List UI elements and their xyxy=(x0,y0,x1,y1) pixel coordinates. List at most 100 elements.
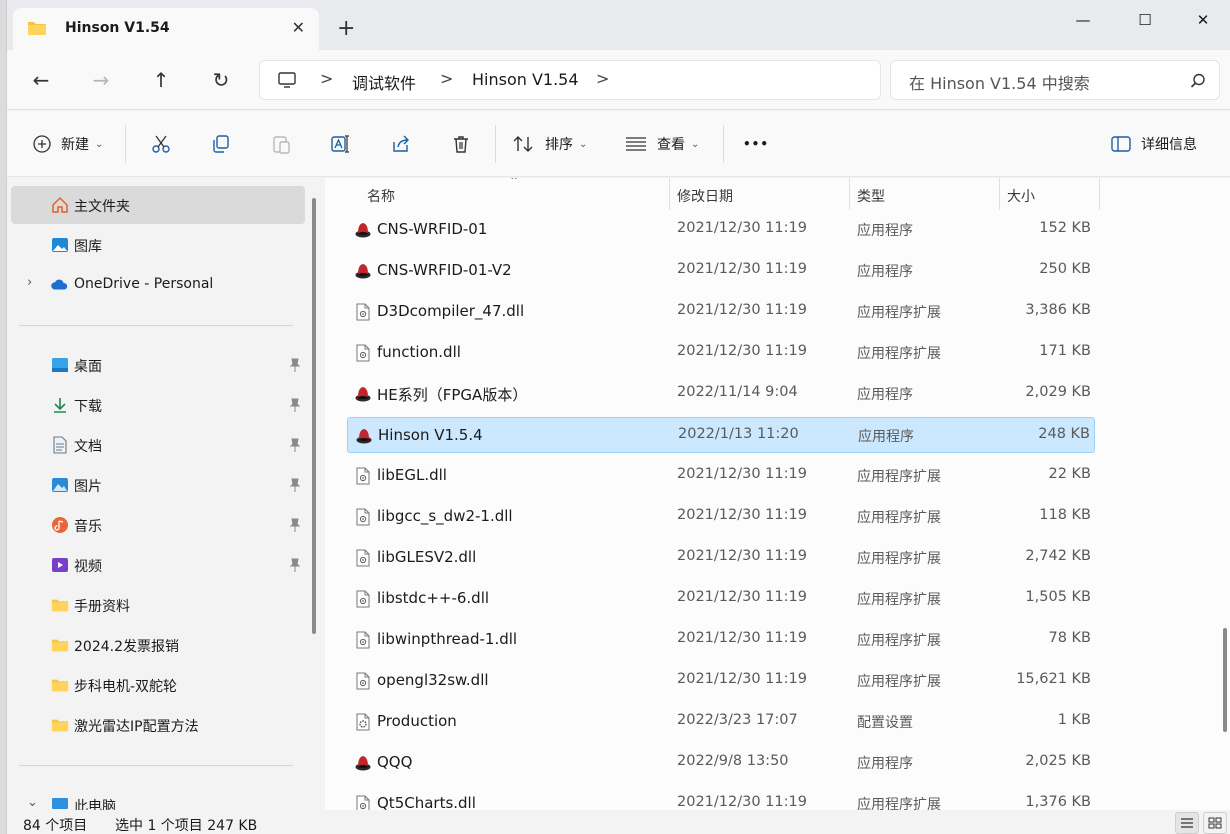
up-button[interactable]: ↑ xyxy=(147,66,175,94)
file-row[interactable]: libstdc++-6.dll 2021/12/30 11:19 应用程序扩展 1,5… xyxy=(347,581,1095,617)
chevron-right-icon[interactable]: › xyxy=(27,275,32,290)
forward-button[interactable]: → xyxy=(87,66,115,94)
folder-icon xyxy=(51,599,69,612)
file-row[interactable]: Hinson V1.5.4 2022/1/13 11:20 应用程序 248 KB xyxy=(347,417,1095,453)
minimize-button[interactable]: — xyxy=(1063,6,1103,34)
sidebar-item-documents[interactable]: 文档 xyxy=(11,426,305,464)
rename-button[interactable] xyxy=(331,133,351,155)
search-icon[interactable] xyxy=(1189,72,1207,90)
cloud-icon xyxy=(51,279,68,290)
sidebar-item-folder[interactable]: 激光雷达IP配置方法 xyxy=(11,706,305,744)
details-view-button[interactable] xyxy=(1175,812,1199,834)
column-header-modified[interactable]: 修改日期 xyxy=(677,186,733,206)
close-button[interactable]: ✕ xyxy=(1183,6,1223,34)
back-button[interactable]: ← xyxy=(27,66,55,94)
column-divider[interactable] xyxy=(849,178,850,210)
cut-button[interactable] xyxy=(151,133,171,155)
dll-icon xyxy=(355,795,371,810)
refresh-button[interactable]: ↻ xyxy=(207,66,235,94)
sidebar-item-folder[interactable]: 手册资料 xyxy=(11,586,305,624)
file-size: 1,376 KB xyxy=(1025,794,1091,810)
app-icon xyxy=(356,427,372,445)
tiles-view-button[interactable] xyxy=(1203,812,1227,834)
address-bar[interactable]: > 调试软件 > Hinson V1.54 > xyxy=(259,60,881,100)
file-row[interactable]: CNS-WRFID-01 2021/12/30 11:19 应用程序 152 KB xyxy=(347,212,1095,248)
sidebar-item-downloads[interactable]: 下载 xyxy=(11,386,305,424)
sidebar-item-folder[interactable]: 步科电机-双舵轮 xyxy=(11,666,305,704)
new-button[interactable]: 新建 ⌄ xyxy=(33,133,103,155)
column-divider[interactable] xyxy=(1099,178,1100,210)
pin-icon[interactable] xyxy=(289,518,301,532)
column-divider[interactable] xyxy=(669,178,670,210)
details-label: 详细信息 xyxy=(1141,137,1197,153)
sidebar-item-gallery[interactable]: 图库 xyxy=(11,226,305,264)
tab-close-icon[interactable]: ✕ xyxy=(292,18,305,37)
file-row[interactable]: libGLESV2.dll 2021/12/30 11:19 应用程序扩展 2,742… xyxy=(347,540,1095,576)
file-date: 2022/9/8 13:50 xyxy=(677,753,789,769)
file-row[interactable]: Qt5Charts.dll 2021/12/30 11:19 应用程序扩展 1,376… xyxy=(347,786,1095,810)
download-icon xyxy=(54,398,66,413)
tab-hinson[interactable]: Hinson V1.54 ✕ xyxy=(13,8,319,50)
delete-button[interactable] xyxy=(451,133,471,155)
new-tab-button[interactable]: + xyxy=(337,18,355,40)
pin-icon[interactable] xyxy=(289,358,301,372)
sort-button[interactable]: 排序 ⌄ xyxy=(513,133,587,155)
breadcrumb-separator[interactable]: > xyxy=(320,69,333,88)
column-header-size[interactable]: 大小 xyxy=(1007,186,1035,206)
file-name: CNS-WRFID-01-V2 xyxy=(377,261,512,279)
file-row[interactable]: opengl32sw.dll 2021/12/30 11:19 应用程序扩展 15,6… xyxy=(347,663,1095,699)
column-divider[interactable] xyxy=(999,178,1000,210)
share-icon xyxy=(393,135,409,152)
sidebar-item-label: 下载 xyxy=(74,399,102,415)
sidebar-item-pictures[interactable]: 图片 xyxy=(11,466,305,504)
chevron-down-icon[interactable]: ⌄ xyxy=(27,795,38,810)
search-box[interactable]: 在 Hinson V1.54 中搜索 xyxy=(890,60,1220,100)
folder-icon xyxy=(51,719,69,732)
more-options-button[interactable]: ••• xyxy=(743,133,769,155)
file-row[interactable]: D3Dcompiler_47.dll 2021/12/30 11:19 应用程序扩展… xyxy=(347,294,1095,330)
file-row[interactable]: function.dll 2021/12/30 11:19 应用程序扩展 171 KB xyxy=(347,335,1095,371)
breadcrumb-separator[interactable]: > xyxy=(596,69,609,88)
file-name: libGLESV2.dll xyxy=(377,548,477,566)
folder-icon xyxy=(51,639,69,652)
file-row[interactable]: libEGL.dll 2021/12/30 11:19 应用程序扩展 22 KB xyxy=(347,458,1095,494)
column-header-type[interactable]: 类型 xyxy=(857,186,885,206)
file-row[interactable]: QQQ 2022/9/8 13:50 应用程序 2,025 KB xyxy=(347,745,1095,781)
paste-button[interactable] xyxy=(271,133,291,155)
pin-icon[interactable] xyxy=(289,398,301,412)
file-date: 2021/12/30 11:19 xyxy=(677,548,807,564)
maximize-button[interactable]: ☐ xyxy=(1125,6,1165,34)
file-date: 2021/12/30 11:19 xyxy=(677,630,807,646)
file-list-scrollbar[interactable] xyxy=(1223,628,1227,732)
details-pane-button[interactable]: 详细信息 xyxy=(1111,133,1197,155)
breadcrumb-item[interactable]: Hinson V1.54 xyxy=(472,70,579,89)
sidebar-item-label: OneDrive - Personal xyxy=(74,276,214,292)
sidebar-item-onedrive[interactable]: › OneDrive - Personal xyxy=(11,266,305,304)
sidebar-item-music[interactable]: 音乐 xyxy=(11,506,305,544)
file-name: libstdc++-6.dll xyxy=(377,589,490,607)
file-row[interactable]: libwinpthread-1.dll 2021/12/30 11:19 应用程序扩… xyxy=(347,622,1095,658)
file-name: function.dll xyxy=(377,343,461,361)
file-row[interactable]: Production 2022/3/23 17:07 配置设置 1 KB xyxy=(347,704,1095,740)
breadcrumb-separator[interactable]: > xyxy=(440,69,453,88)
file-row[interactable]: HE系列（FPGA版本） 2022/11/14 9:04 应用程序 2,029 KB xyxy=(347,376,1095,412)
sidebar-item-home[interactable]: 主文件夹 xyxy=(11,186,305,224)
copy-button[interactable] xyxy=(211,133,231,155)
pin-icon[interactable] xyxy=(289,478,301,492)
sidebar-item-this-pc[interactable]: ⌄ 此电脑 xyxy=(11,786,305,810)
file-row[interactable]: libgcc_s_dw2-1.dll 2021/12/30 11:19 应用程序扩展… xyxy=(347,499,1095,535)
file-row[interactable]: CNS-WRFID-01-V2 2021/12/30 11:19 应用程序 250 K… xyxy=(347,253,1095,289)
breadcrumb-item[interactable]: 调试软件 xyxy=(352,70,416,94)
sidebar-scrollbar[interactable] xyxy=(312,198,316,634)
pin-icon[interactable] xyxy=(289,558,301,572)
details-view-icon xyxy=(1181,818,1193,828)
pin-icon[interactable] xyxy=(289,438,301,452)
sidebar-item-desktop[interactable]: 桌面 xyxy=(11,346,305,384)
sidebar-item-folder[interactable]: 2024.2发票报销 xyxy=(11,626,305,664)
sidebar-item-videos[interactable]: 视频 xyxy=(11,546,305,584)
view-button[interactable]: 查看 ⌄ xyxy=(625,133,699,155)
file-date: 2022/1/13 11:20 xyxy=(678,426,799,442)
share-button[interactable] xyxy=(391,133,411,155)
command-bar: 新建 ⌄ 排序 ⌄ 查看 ⌄ ••• 详细信息 xyxy=(7,111,1230,177)
column-header-name[interactable]: 名称 xyxy=(367,186,395,206)
